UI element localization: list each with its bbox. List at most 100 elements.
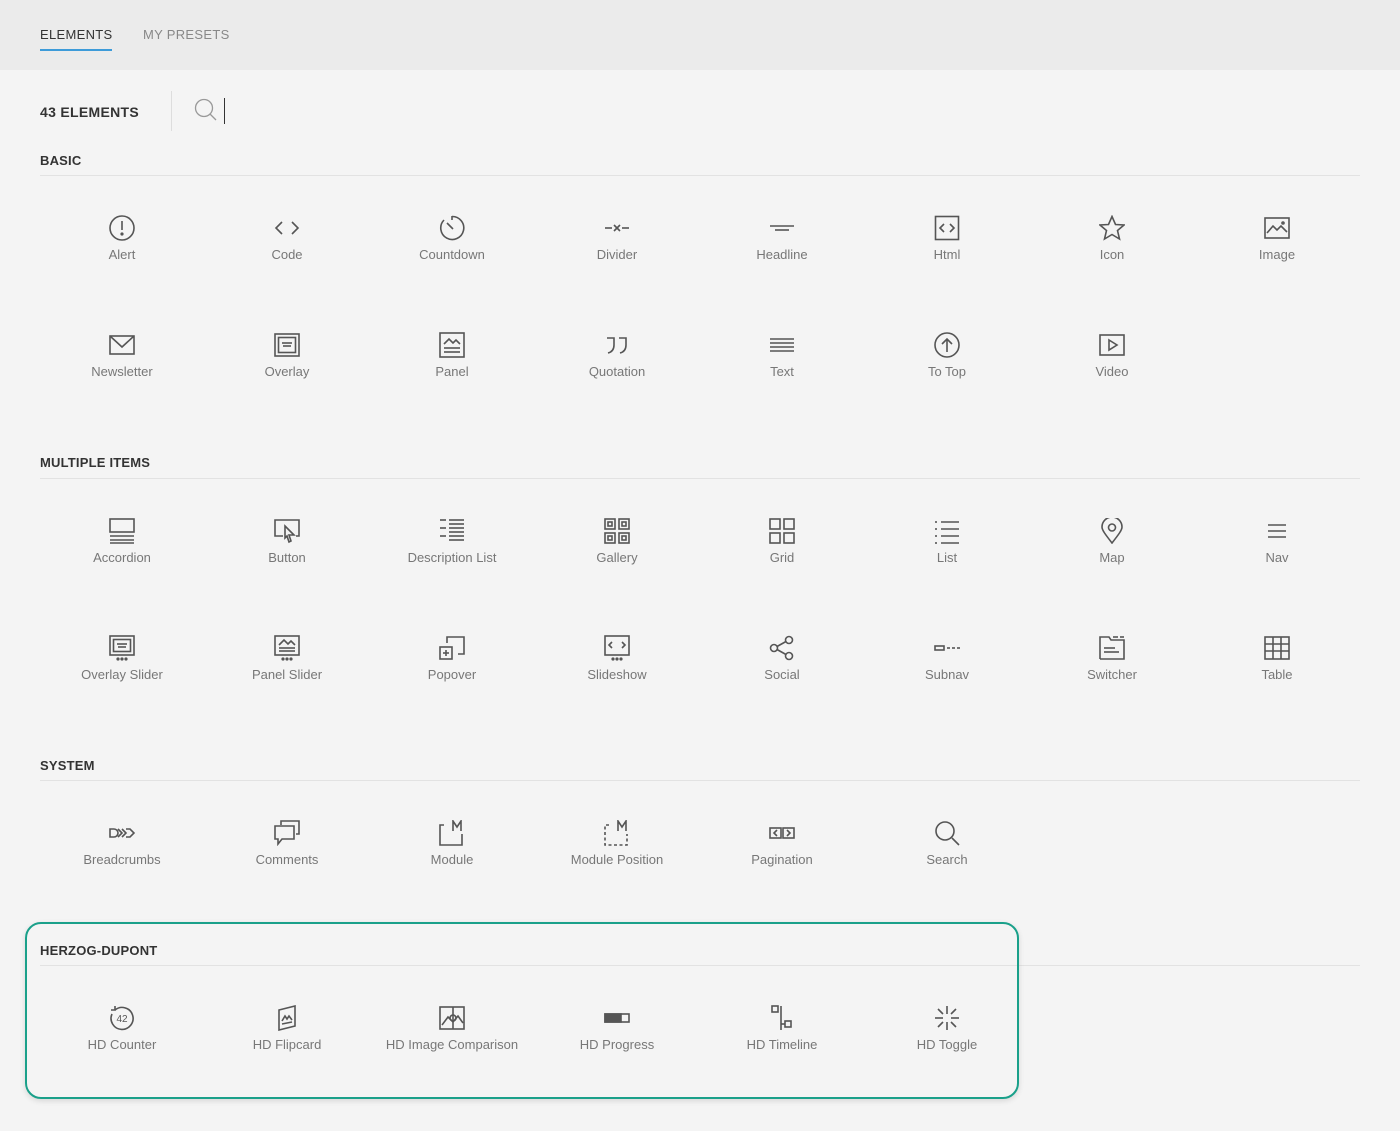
element-label: Accordion [93,550,151,565]
element-accordion[interactable]: Accordion [42,518,202,608]
element-button[interactable]: Button [207,518,367,608]
element-label: Html [933,247,961,262]
elements-count: 43 Elements [40,104,139,120]
element-slideshow[interactable]: Slideshow [537,635,697,725]
element-html[interactable]: Html [867,215,1027,305]
tab-my-presets[interactable]: My Presets [143,27,230,42]
element-label: Alert [108,247,136,262]
search-input[interactable] [224,98,484,124]
element-label: Popover [427,667,477,682]
element-map[interactable]: Map [1032,518,1192,608]
element-hd-progress[interactable]: HD Progress [537,1005,697,1095]
element-description-list[interactable]: Description List [372,518,532,608]
element-panel[interactable]: Panel [372,332,532,422]
element-label: Comments [255,852,319,867]
element-hd-timeline[interactable]: HD Timeline [702,1005,862,1095]
element-countdown[interactable]: Countdown [372,215,532,305]
element-video[interactable]: Video [1032,332,1192,422]
element-pagination[interactable]: Pagination [702,820,862,910]
section-title-herzog-dupont: Herzog-Dupont [40,943,158,958]
countdown-icon [439,215,465,241]
element-module[interactable]: Module [372,820,532,910]
quotation-icon [604,332,630,358]
star-icon [1099,215,1125,241]
hd-timeline-icon [769,1005,795,1031]
element-image[interactable]: Image [1197,215,1357,305]
element-label: Panel [435,364,469,379]
element-label: To Top [927,364,967,379]
element-alert[interactable]: Alert [42,215,202,305]
element-search[interactable]: Search [867,820,1027,910]
element-label: Map [1099,550,1125,565]
section-divider [40,780,1360,781]
element-label: Module [430,852,474,867]
divider-icon [604,215,630,241]
element-panel-slider[interactable]: Panel Slider [207,635,367,725]
top-bar: Elements My Presets [0,0,1400,70]
panel-slider-icon [274,635,300,661]
element-table[interactable]: Table [1197,635,1357,725]
module-icon [439,820,465,846]
comments-icon [274,820,300,846]
element-subnav[interactable]: Subnav [867,635,1027,725]
element-label: Countdown [419,247,485,262]
element-social[interactable]: Social [702,635,862,725]
overlay-slider-icon [109,635,135,661]
element-label: Switcher [1087,667,1137,682]
code-icon [274,215,300,241]
element-overlay[interactable]: Overlay [207,332,367,422]
element-label: HD Toggle [916,1037,978,1052]
image-icon [1264,215,1290,241]
element-to-top[interactable]: To Top [867,332,1027,422]
element-headline[interactable]: Headline [702,215,862,305]
switcher-icon [1099,635,1125,661]
headline-icon [769,215,795,241]
element-code[interactable]: Code [207,215,367,305]
element-label: Module Position [570,852,664,867]
element-grid[interactable]: Grid [702,518,862,608]
envelope-icon [109,332,135,358]
element-switcher[interactable]: Switcher [1032,635,1192,725]
search-icon [934,820,960,846]
element-label: Pagination [751,852,813,867]
element-hd-flipcard[interactable]: HD Flipcard [207,1005,367,1095]
element-text[interactable]: Text [702,332,862,422]
element-label: Text [770,364,794,379]
hd-counter-icon: 42 [109,1005,135,1031]
element-icon[interactable]: Icon [1032,215,1192,305]
element-list[interactable]: List [867,518,1027,608]
html-icon [934,215,960,241]
element-newsletter[interactable]: Newsletter [42,332,202,422]
element-label: Slideshow [587,667,647,682]
element-quotation[interactable]: Quotation [537,332,697,422]
element-divider[interactable]: Divider [537,215,697,305]
element-label: Headline [756,247,808,262]
element-comments[interactable]: Comments [207,820,367,910]
element-module-position[interactable]: Module Position [537,820,697,910]
element-label: List [936,550,958,565]
hd-flipcard-icon [274,1005,300,1031]
list-icon [934,518,960,544]
element-overlay-slider[interactable]: Overlay Slider [42,635,202,725]
element-hd-toggle[interactable]: HD Toggle [867,1005,1027,1095]
search-icon [194,98,218,127]
element-label: Table [1261,667,1293,682]
popover-icon [439,635,465,661]
toolbar-divider [171,91,172,131]
element-label: Social [764,667,800,682]
element-gallery[interactable]: Gallery [537,518,697,608]
section-title-system: System [40,758,95,773]
element-popover[interactable]: Popover [372,635,532,725]
table-icon [1264,635,1290,661]
panel-icon [439,332,465,358]
tab-elements[interactable]: Elements [40,27,113,51]
breadcrumbs-icon [109,820,135,846]
section-divider [40,175,1360,176]
element-nav[interactable]: Nav [1197,518,1357,608]
element-hd-image-comparison[interactable]: HD Image Comparison [372,1005,532,1095]
element-breadcrumbs[interactable]: Breadcrumbs [42,820,202,910]
arrow-up-circle-icon [934,332,960,358]
subnav-icon [934,635,960,661]
element-label: Button [268,550,306,565]
element-hd-counter[interactable]: 42 HD Counter [42,1005,202,1095]
